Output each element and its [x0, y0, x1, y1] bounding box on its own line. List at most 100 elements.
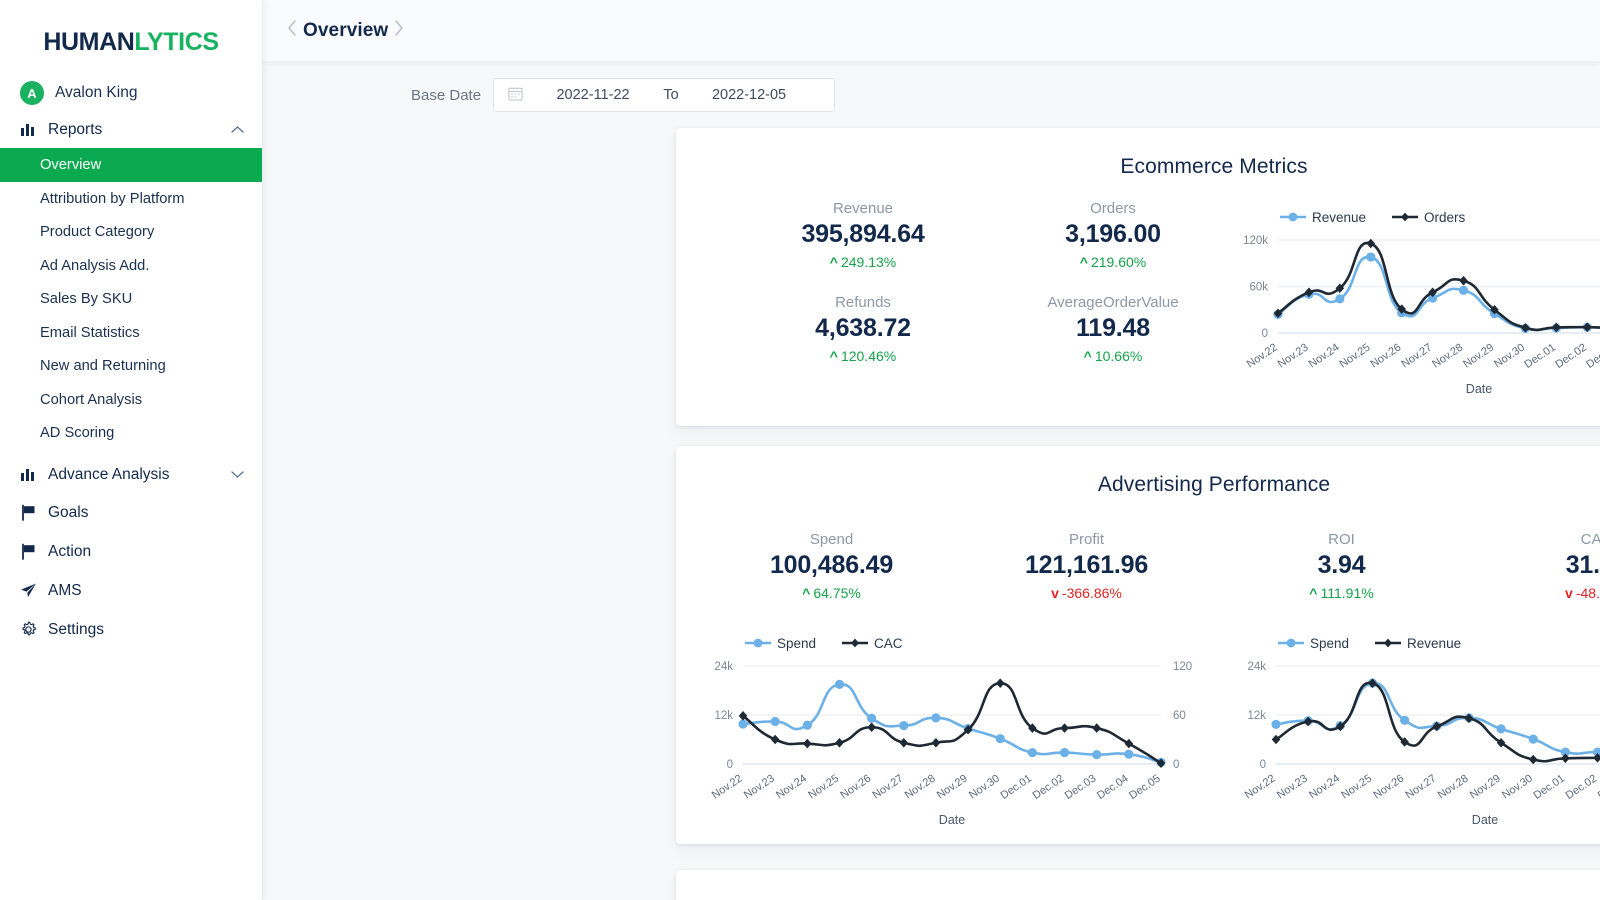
- sidebar-group-label-reports: Reports: [48, 120, 103, 138]
- sidebar-item-settings[interactable]: Settings: [0, 610, 262, 649]
- chart-plot: 0 0 12k 60 24k 120 Nov.22 Nov.23 Nov.24 Nov.25 Nov…: [689, 654, 1217, 830]
- kpi-value: 395,894.64: [801, 220, 925, 248]
- svg-text:Nov.22: Nov.22: [710, 773, 745, 802]
- sidebar-item-label: Email Statistics: [40, 324, 140, 341]
- svg-text:Nov.30: Nov.30: [967, 773, 1002, 802]
- svg-text:Date: Date: [1472, 813, 1498, 827]
- legend-item[interactable]: Spend: [1278, 636, 1349, 651]
- caret-up-icon: ^: [829, 348, 838, 364]
- svg-text:Nov.22: Nov.22: [1245, 342, 1280, 371]
- legend-label: Revenue: [1312, 209, 1367, 225]
- chart-spend-cac: Spend CAC 0 0 12k 60 24k 120 Nov.22 Nov.23 Nov.2…: [689, 632, 1217, 832]
- svg-text:Dec.04: Dec.04: [1095, 773, 1131, 802]
- kpi-delta: ^ 249.13%: [738, 254, 988, 270]
- svg-text:Dec.02: Dec.02: [1564, 773, 1600, 802]
- svg-text:12k: 12k: [714, 710, 733, 722]
- chart-plot: 0012k60k24k120kNov.22Nov.23Nov.24Nov.25N…: [1222, 654, 1600, 830]
- date-start-input[interactable]: 2022-11-22: [537, 87, 649, 103]
- content-scroll: Base Date 2022-11-22 To 2022-12-05 Ecomm…: [263, 62, 1600, 900]
- date-range-separator: To: [663, 87, 679, 103]
- avatar: A: [20, 81, 44, 105]
- sidebar: HUMANLYTICS A Avalon King Reports Overvi…: [0, 0, 263, 900]
- sidebar-item-attribution-by-platform[interactable]: Attribution by Platform: [0, 182, 262, 216]
- kpi-value: 100,486.49: [769, 551, 894, 579]
- svg-text:Nov.29: Nov.29: [1461, 342, 1496, 371]
- sidebar-item-label: Ad Analysis Add.: [40, 257, 150, 274]
- sidebar-item-ams[interactable]: AMS: [0, 571, 262, 610]
- sidebar-item-product-category[interactable]: Product Category: [0, 216, 262, 250]
- svg-text:Nov.30: Nov.30: [1500, 773, 1535, 802]
- sidebar-item-overview[interactable]: Overview: [0, 148, 262, 182]
- caret-down-icon: v: [1051, 585, 1059, 601]
- sidebar-group-advance-analysis[interactable]: Advance Analysis: [0, 456, 262, 493]
- legend-label: CAC: [874, 635, 903, 651]
- chevron-right-icon[interactable]: [388, 20, 410, 41]
- user-profile[interactable]: A Avalon King: [0, 75, 262, 111]
- sidebar-item-email-statistics[interactable]: Email Statistics: [0, 316, 262, 350]
- chart-legend: Spend CAC: [689, 632, 1217, 654]
- app-logo[interactable]: HUMANLYTICS: [0, 0, 262, 75]
- svg-text:0: 0: [1260, 759, 1266, 771]
- legend-item[interactable]: CAC: [842, 636, 903, 651]
- legend-item[interactable]: Revenue: [1280, 210, 1366, 225]
- kpi-label: Spend: [809, 531, 854, 548]
- sidebar-item-sales-by-sku[interactable]: Sales By SKU: [0, 283, 262, 317]
- svg-text:Date: Date: [1466, 382, 1492, 396]
- kpi-label: AverageOrderValue: [1047, 294, 1179, 311]
- svg-text:Nov.24: Nov.24: [1307, 773, 1342, 802]
- svg-text:120k: 120k: [1243, 235, 1268, 247]
- caret-up-icon: ^: [802, 585, 811, 601]
- calendar-icon: [508, 86, 523, 105]
- legend-marker-circle-icon: [1280, 211, 1306, 223]
- kpi-label: Revenue: [832, 200, 894, 217]
- svg-text:Nov.27: Nov.27: [871, 773, 906, 802]
- chevron-down-icon[interactable]: [231, 469, 244, 481]
- kpi-label: Orders: [1090, 200, 1136, 217]
- gear-icon: [20, 621, 37, 638]
- sidebar-item-action[interactable]: Action: [0, 532, 262, 571]
- legend-item[interactable]: Revenue: [1375, 636, 1461, 651]
- legend-item[interactable]: Spend: [745, 636, 816, 651]
- date-end-input[interactable]: 2022-12-05: [693, 87, 805, 103]
- svg-text:Nov.24: Nov.24: [774, 773, 809, 802]
- kpi-delta-value: 219.60%: [1090, 254, 1147, 270]
- svg-text:Nov.28: Nov.28: [903, 773, 938, 802]
- svg-text:Nov.29: Nov.29: [1468, 773, 1503, 802]
- chevron-up-icon[interactable]: [231, 124, 244, 136]
- chart-legend: Spend Revenue: [1222, 632, 1600, 654]
- svg-text:Dec.05: Dec.05: [1127, 773, 1163, 802]
- svg-text:Nov.28: Nov.28: [1436, 773, 1471, 802]
- card-ecommerce-metrics: Ecommerce Metrics Revenue 395,894.64 ^ 24…: [676, 128, 1600, 426]
- kpi-revenue: Revenue 395,894.64 ^ 249.13%: [738, 200, 988, 270]
- legend-item[interactable]: Orders: [1392, 210, 1465, 225]
- sidebar-item-ad-scoring[interactable]: AD Scoring: [0, 417, 262, 451]
- paper-plane-icon: [20, 582, 37, 599]
- card-advertising-performance: Advertising Performance Spend 100,486.49…: [676, 446, 1600, 844]
- chevron-left-icon[interactable]: [281, 20, 303, 41]
- svg-text:0: 0: [1262, 328, 1268, 340]
- base-date-label: Base Date: [411, 86, 482, 104]
- svg-text:Dec.02: Dec.02: [1031, 773, 1067, 802]
- kpi-delta-value: -48.45%: [1575, 585, 1600, 601]
- svg-text:0: 0: [727, 759, 733, 771]
- flag-icon: [20, 504, 37, 521]
- sidebar-item-goals[interactable]: Goals: [0, 493, 262, 532]
- svg-text:120: 120: [1173, 661, 1192, 673]
- sidebar-item-ad-analysis-add[interactable]: Ad Analysis Add.: [0, 249, 262, 283]
- sidebar-group-reports[interactable]: Reports: [0, 111, 262, 148]
- caret-up-icon: ^: [1309, 585, 1318, 601]
- flag-icon: [20, 543, 37, 560]
- chart-legend: Revenue Orders: [1224, 206, 1600, 228]
- svg-text:24k: 24k: [714, 661, 733, 673]
- caret-down-icon: v: [1565, 585, 1573, 601]
- kpi-refunds: Refunds 4,638.72 ^ 120.46%: [738, 294, 988, 364]
- sidebar-item-new-and-returning[interactable]: New and Returning: [0, 350, 262, 384]
- svg-text:Nov.25: Nov.25: [1339, 773, 1374, 802]
- chart-plot: 0060k400120k800Nov.22Nov.23Nov.24Nov.25N…: [1224, 228, 1600, 399]
- sidebar-item-cohort-analysis[interactable]: Cohort Analysis: [0, 383, 262, 417]
- date-range-picker[interactable]: 2022-11-22 To 2022-12-05: [493, 78, 836, 112]
- logo-text-secondary: LYTICS: [134, 28, 219, 56]
- kpi-cac: CAC 31.44 v-48.45%: [1469, 531, 1600, 601]
- svg-text:Dec.01: Dec.01: [1531, 773, 1567, 802]
- svg-text:Nov.27: Nov.27: [1399, 342, 1434, 371]
